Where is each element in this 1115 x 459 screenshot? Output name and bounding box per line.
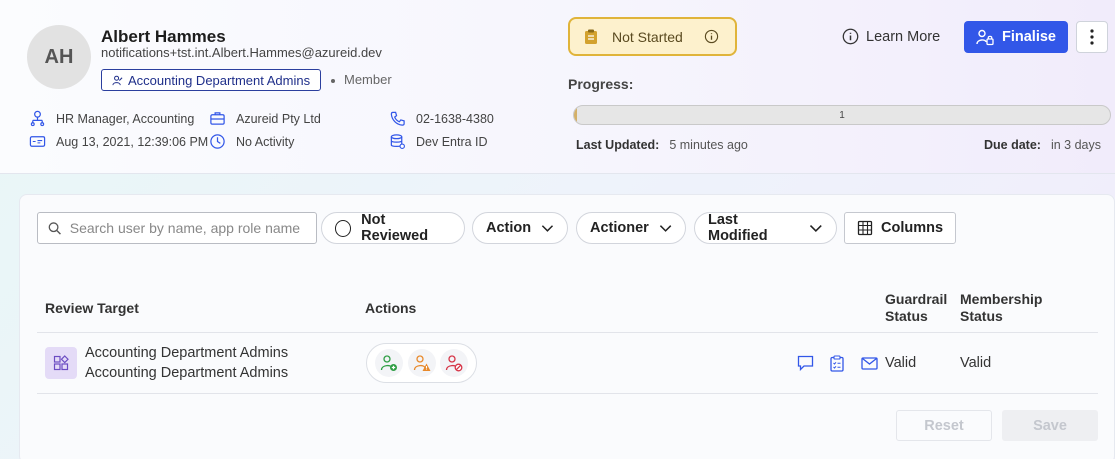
last-updated-label: Last Updated: (576, 138, 660, 152)
row-divider (37, 393, 1098, 394)
job-title-text: HR Manager, Accounting (56, 111, 195, 126)
due-date-value: in 3 days (1050, 138, 1101, 152)
reset-button[interactable]: Reset (896, 410, 992, 441)
search-input[interactable] (69, 220, 306, 236)
chevron-down-icon (659, 224, 672, 232)
user-warning-icon (413, 355, 430, 371)
user-lock-icon (976, 29, 994, 45)
clipboard-list-icon (830, 354, 844, 372)
group-chip[interactable]: Accounting Department Admins (101, 69, 322, 91)
filter-label: Actioner (590, 220, 649, 236)
guardrail-status-cell: Valid (885, 355, 917, 371)
membership-role: Member (331, 72, 392, 87)
col-actions: Actions (365, 300, 417, 316)
save-button[interactable]: Save (1002, 410, 1098, 441)
chevron-down-icon (541, 224, 554, 232)
last-activity-text: No Activity (236, 134, 295, 149)
decision-actions (366, 343, 477, 383)
progress-label: Progress: (568, 76, 634, 92)
row-title[interactable]: Accounting Department Admins (85, 345, 288, 361)
progress-bar: 1 (573, 105, 1111, 125)
user-name: Albert Hammes (101, 27, 226, 46)
phone: 02-1638-4380 (389, 110, 494, 127)
email-button[interactable] (860, 354, 878, 372)
col-guardrail-line2: Status (885, 308, 928, 324)
role-label: Member (344, 72, 392, 87)
phone-text: 02-1638-4380 (416, 111, 494, 126)
identity-source-text: Dev Entra ID (416, 134, 488, 149)
id-card-icon (29, 136, 46, 147)
flag-button[interactable] (407, 349, 436, 377)
details-button[interactable] (828, 354, 846, 372)
finalise-label: Finalise (1002, 29, 1056, 45)
col-membership-line2: Status (960, 308, 1003, 324)
radio-circle-icon (335, 219, 352, 237)
company: Azureid Pty Ltd (209, 110, 321, 127)
col-guardrail-status[interactable]: Guardrail Status (885, 291, 947, 325)
last-updated-value: 5 minutes ago (669, 138, 748, 152)
created-date: Aug 13, 2021, 12:39:06 PM (29, 133, 208, 150)
search-icon (48, 221, 61, 235)
review-header: AH Albert Hammes notifications+tst.int.A… (0, 0, 1115, 174)
table-columns-icon (857, 220, 873, 236)
col-guardrail-line1: Guardrail (885, 291, 948, 307)
due-date: Due date: in 3 days (984, 138, 1101, 152)
status-label: Not Started (612, 28, 683, 45)
app-group-icon (45, 347, 77, 379)
approve-button[interactable] (375, 349, 404, 377)
user-revoke-icon (445, 355, 463, 372)
clock-icon (210, 134, 225, 149)
finalise-button[interactable]: Finalise (964, 21, 1068, 53)
search-box[interactable] (37, 212, 317, 244)
review-status-badge: Not Started (568, 17, 737, 56)
columns-button[interactable]: Columns (844, 212, 956, 244)
phone-icon (390, 111, 405, 126)
avatar: AH (27, 25, 91, 89)
group-chip-label: Accounting Department Admins (128, 72, 311, 88)
columns-label: Columns (880, 220, 944, 236)
company-text: Azureid Pty Ltd (236, 111, 321, 126)
briefcase-icon (210, 112, 225, 125)
last-updated: Last Updated: 5 minutes ago (576, 138, 748, 152)
user-edit-icon (112, 75, 123, 85)
col-membership-status[interactable]: Membership Status (960, 291, 1042, 325)
org-chart-icon (30, 110, 45, 127)
filter-last-modified[interactable]: Last Modified (694, 212, 837, 244)
filter-not-reviewed[interactable]: Not Reviewed (321, 212, 465, 244)
filter-label: Action (486, 220, 532, 236)
revoke-button[interactable] (439, 349, 468, 377)
filter-label: Not Reviewed (361, 212, 429, 244)
membership-status-cell: Valid (960, 355, 992, 371)
filter-actioner[interactable]: Actioner (576, 212, 686, 244)
row-subtitle: Accounting Department Admins (85, 365, 289, 381)
comment-button[interactable] (796, 354, 814, 372)
identity-source: Dev Entra ID (389, 133, 488, 150)
filter-action[interactable]: Action (472, 212, 568, 244)
mail-icon (860, 356, 878, 370)
more-options-button[interactable] (1076, 21, 1108, 53)
filter-label: Last Modified (708, 212, 768, 244)
kebab-menu-icon (1090, 29, 1094, 45)
learn-more-link[interactable]: Learn More (842, 28, 940, 45)
due-date-label: Due date: (984, 138, 1041, 152)
clipboard-icon (585, 29, 597, 44)
info-icon[interactable] (704, 29, 719, 44)
user-email: notifications+tst.int.Albert.Hammes@azur… (101, 45, 382, 60)
apps-icon (53, 355, 69, 371)
col-membership-line1: Membership (960, 291, 1043, 307)
last-activity: No Activity (209, 133, 294, 150)
learn-more-label: Learn More (866, 28, 941, 45)
comment-icon (797, 355, 813, 371)
col-review-target[interactable]: Review Target (45, 300, 139, 317)
created-date-text: Aug 13, 2021, 12:39:06 PM (56, 134, 209, 149)
header-divider (37, 332, 1098, 333)
database-icon (390, 134, 405, 149)
chevron-down-icon (810, 224, 823, 232)
info-icon (842, 28, 859, 45)
progress-value: 1 (839, 109, 845, 121)
user-approve-icon (381, 355, 398, 371)
job-title: HR Manager, Accounting (29, 110, 194, 127)
